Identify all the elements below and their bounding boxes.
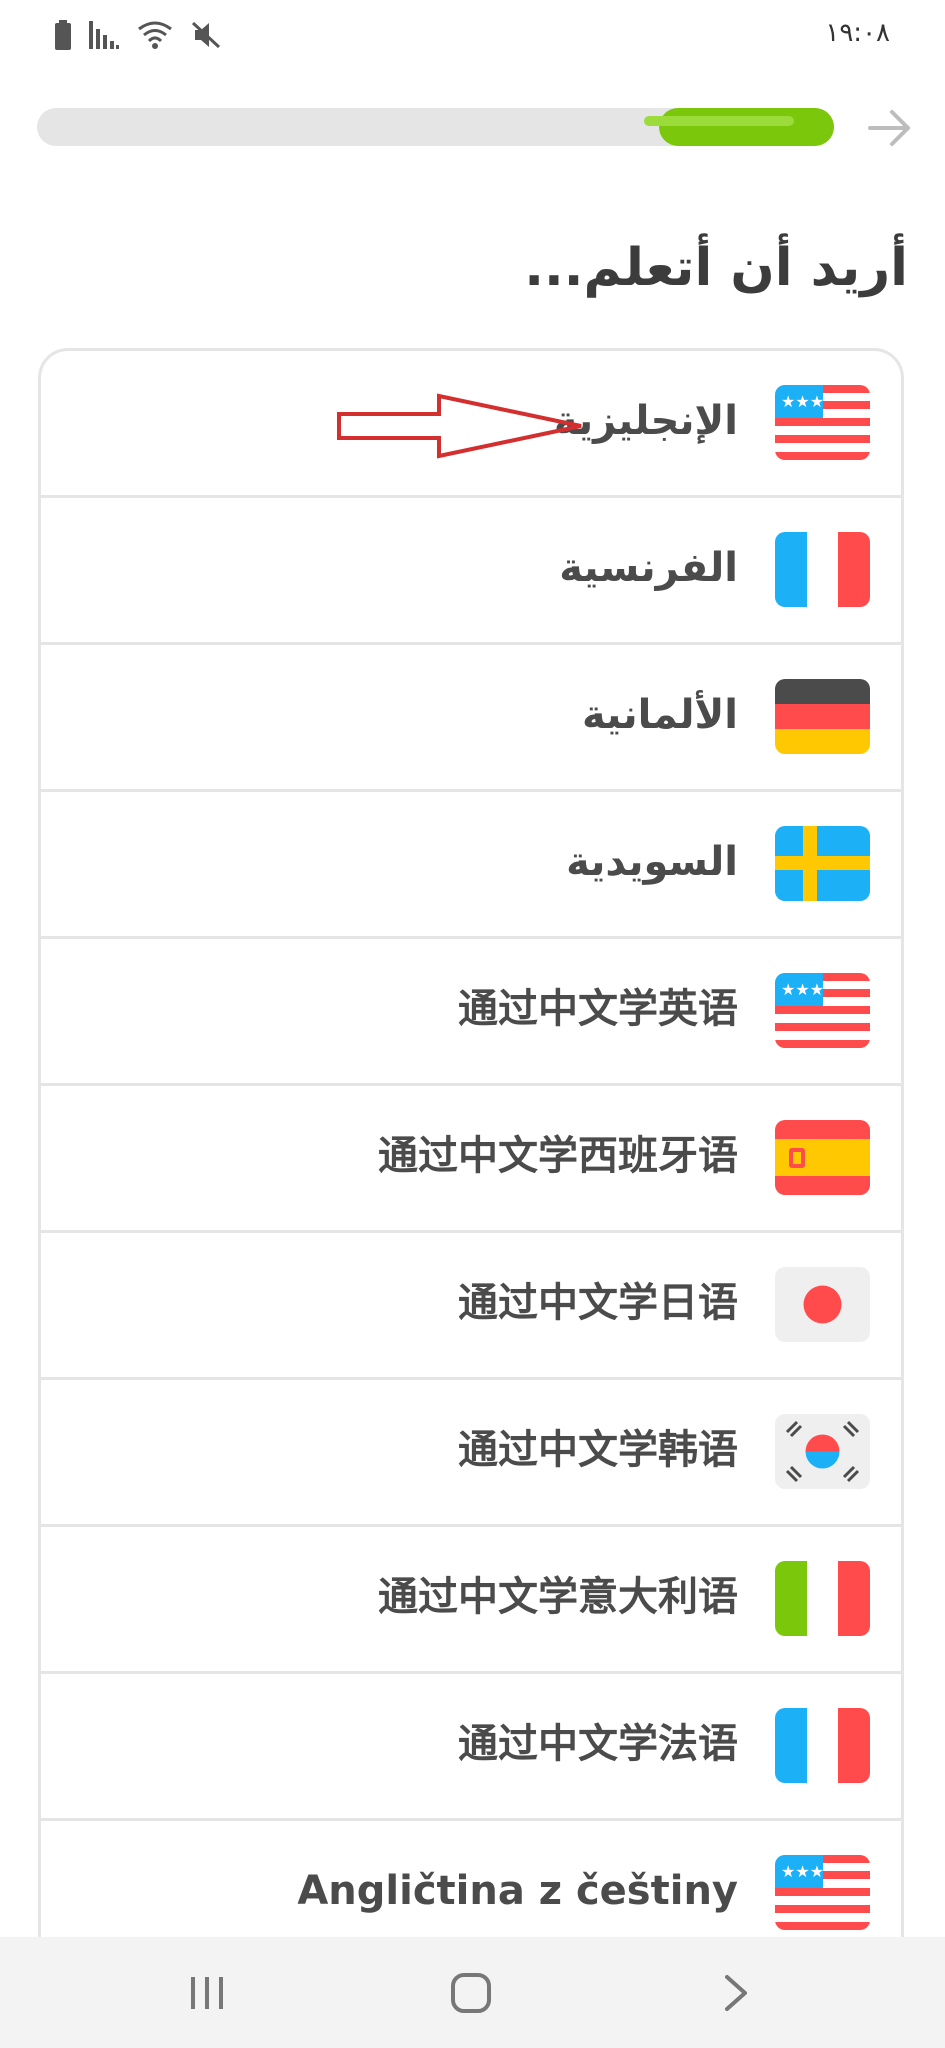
red-outline-arrow-icon — [336, 393, 586, 459]
wifi-icon — [137, 21, 173, 49]
germany-flag-icon — [775, 679, 870, 754]
battery-icon — [55, 20, 71, 50]
language-list: ★★★ الإنجليزية الفرنسية الألمانية السويد… — [38, 348, 904, 1998]
system-nav-bar — [0, 1937, 945, 2048]
us-flag-icon: ★★★ — [775, 973, 870, 1048]
back-icon[interactable] — [706, 1967, 766, 2019]
page-title: أريد أن أتعلم... — [524, 238, 908, 298]
svg-text:★★★: ★★★ — [781, 1862, 824, 1881]
arrow-right-icon[interactable] — [866, 104, 914, 152]
france-flag-icon — [775, 532, 870, 607]
language-label: 通过中文学西班牙语 — [378, 1133, 738, 1179]
recents-icon[interactable] — [177, 1967, 237, 2019]
progress-fill — [644, 108, 834, 146]
language-option-swedish[interactable]: السويدية — [41, 792, 901, 939]
language-option-french[interactable]: الفرنسية — [41, 498, 901, 645]
language-option-german[interactable]: الألمانية — [41, 645, 901, 792]
korea-flag-icon — [775, 1414, 870, 1489]
status-time: ١٩:٠٨ — [825, 18, 890, 48]
us-flag-icon: ★★★ — [775, 1855, 870, 1930]
language-label: 通过中文学意大利语 — [378, 1574, 738, 1620]
language-label: 通过中文学日语 — [458, 1280, 738, 1326]
sweden-flag-icon — [775, 826, 870, 901]
home-icon[interactable] — [441, 1967, 501, 2019]
language-option-english-from-chinese[interactable]: ★★★ 通过中文学英语 — [41, 939, 901, 1086]
france-flag-icon — [775, 1708, 870, 1783]
language-label: 通过中文学英语 — [458, 986, 738, 1032]
language-option-italian-from-chinese[interactable]: 通过中文学意大利语 — [41, 1527, 901, 1674]
language-option-french-from-chinese[interactable]: 通过中文学法语 — [41, 1674, 901, 1821]
italy-flag-icon — [775, 1561, 870, 1636]
signal-icon — [89, 21, 119, 49]
language-label: السويدية — [566, 839, 738, 885]
progress-bar — [37, 108, 834, 146]
language-option-japanese-from-chinese[interactable]: 通过中文学日语 — [41, 1233, 901, 1380]
language-option-korean-from-chinese[interactable]: 通过中文学韩语 — [41, 1380, 901, 1527]
language-label: Angličtina z češtiny — [297, 1868, 738, 1914]
status-icons — [55, 18, 221, 52]
svg-text:★★★: ★★★ — [781, 392, 824, 411]
japan-flag-icon — [775, 1267, 870, 1342]
spain-flag-icon — [775, 1120, 870, 1195]
status-bar: ١٩:٠٨ — [0, 0, 945, 70]
svg-text:★★★: ★★★ — [781, 980, 824, 999]
progress-shine — [644, 116, 794, 126]
language-option-english[interactable]: ★★★ الإنجليزية — [41, 351, 901, 498]
language-label: 通过中文学法语 — [458, 1721, 738, 1767]
language-option-spanish-from-chinese[interactable]: 通过中文学西班牙语 — [41, 1086, 901, 1233]
language-label: الألمانية — [582, 692, 738, 738]
mute-icon — [191, 21, 221, 49]
language-label: الفرنسية — [559, 545, 738, 591]
us-flag-icon: ★★★ — [775, 385, 870, 460]
language-label: 通过中文学韩语 — [458, 1427, 738, 1473]
